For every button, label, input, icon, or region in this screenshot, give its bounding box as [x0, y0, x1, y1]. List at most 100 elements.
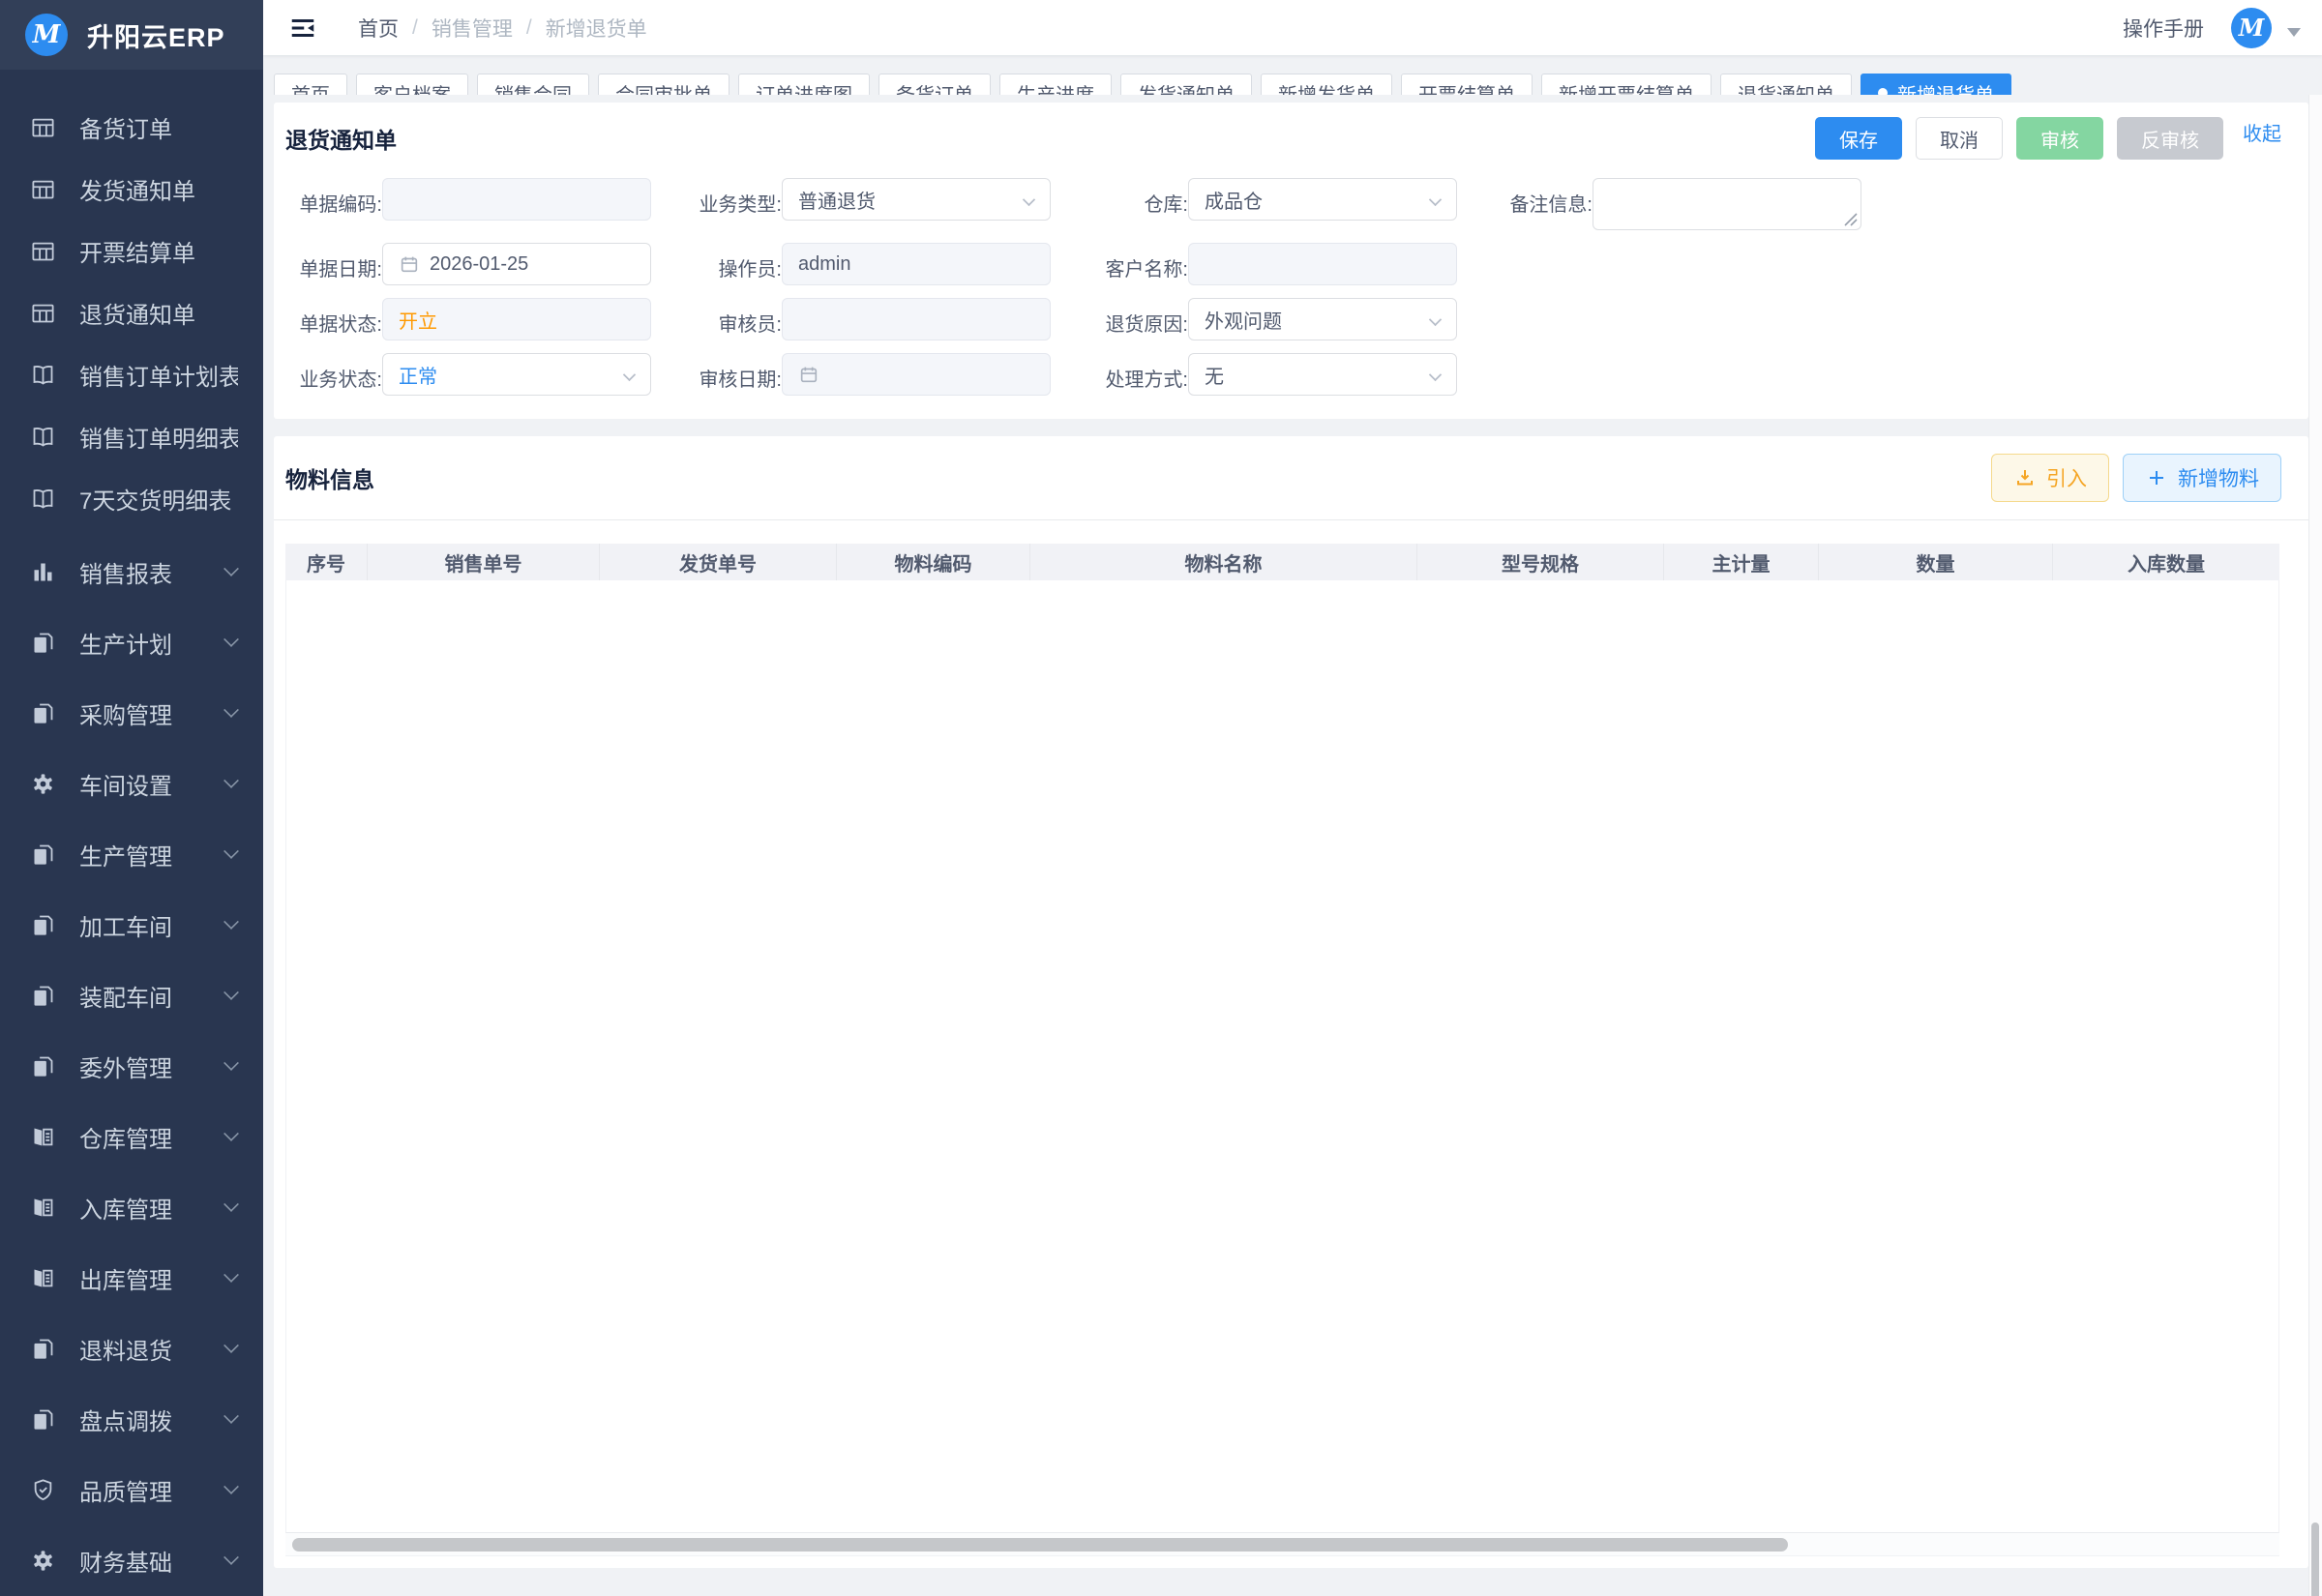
- table-grid-icon: [29, 113, 56, 140]
- add-material-button[interactable]: 新增物料: [2123, 454, 2281, 502]
- biz-type-select[interactable]: 普通退货: [782, 178, 1051, 221]
- tab-label: 首页: [291, 79, 330, 96]
- sidebar-item[interactable]: 仓库管理: [0, 1113, 263, 1160]
- sidebar-item[interactable]: 财务基础: [0, 1537, 263, 1583]
- collapse-link[interactable]: 收起: [2243, 118, 2281, 146]
- sidebar-item[interactable]: 盘点调拨: [0, 1396, 263, 1442]
- sidebar-item-label: 车间设置: [79, 767, 224, 801]
- tab[interactable]: 新增开票结算单: [1541, 74, 1712, 95]
- user-avatar[interactable]: M: [2231, 8, 2272, 48]
- sidebar-item[interactable]: 委外管理: [0, 1043, 263, 1089]
- save-button[interactable]: 保存: [1815, 117, 1902, 160]
- import-button[interactable]: 引入: [1991, 454, 2109, 502]
- table-header-label: 型号规格: [1502, 548, 1579, 576]
- table-header-label: 数量: [1917, 548, 1955, 576]
- app-logo-row[interactable]: M 升阳云ERP: [0, 0, 263, 70]
- sidebar-item[interactable]: 退货通知单: [0, 289, 263, 336]
- tab[interactable]: 首页: [274, 74, 347, 95]
- add-material-button-label: 新增物料: [2178, 463, 2259, 492]
- breadcrumb-sales[interactable]: 销售管理: [432, 14, 513, 43]
- sidebar-item[interactable]: 装配车间: [0, 972, 263, 1019]
- tab-label: 退货通知单: [1738, 79, 1834, 96]
- table-header-cell[interactable]: 序号: [285, 544, 368, 580]
- sidebar-item[interactable]: 7天交货明细表: [0, 475, 263, 521]
- chevron-down-icon: [223, 773, 239, 788]
- auditor-input[interactable]: [782, 298, 1051, 340]
- biz-status-select[interactable]: 正常: [382, 353, 651, 396]
- warehouse-select[interactable]: 成品仓: [1188, 178, 1457, 221]
- handle-method-select[interactable]: 无: [1188, 353, 1457, 396]
- sidebar-item[interactable]: 加工车间: [0, 901, 263, 948]
- breadcrumb-home[interactable]: 首页: [358, 14, 399, 43]
- sidebar-item[interactable]: 入库管理: [0, 1184, 263, 1230]
- remark-textarea[interactable]: [1593, 178, 1861, 230]
- sidebar-item-label: 7天交货明细表: [79, 482, 238, 516]
- sidebar-item[interactable]: 销售订单明细表: [0, 413, 263, 459]
- doc-status-input[interactable]: 开立: [382, 298, 651, 340]
- audit-button[interactable]: 审核: [2016, 117, 2103, 160]
- doc-date-input[interactable]: 2026-01-25: [382, 243, 651, 285]
- unaudit-button[interactable]: 反审核: [2117, 117, 2223, 160]
- doc-code-label: 单据编码:: [290, 178, 382, 217]
- tab[interactable]: 发货通知单: [1120, 74, 1252, 95]
- sidebar-item[interactable]: 退料退货: [0, 1325, 263, 1372]
- sidebar-item[interactable]: 生产计划: [0, 619, 263, 665]
- user-menu-caret-icon[interactable]: [2287, 28, 2301, 37]
- table-header-cell[interactable]: 物料名称: [1030, 544, 1417, 580]
- sidebar-item[interactable]: 发货通知单: [0, 165, 263, 212]
- table-header-cell[interactable]: 发货单号: [600, 544, 837, 580]
- tab[interactable]: 销售合同: [477, 74, 589, 95]
- sidebar-item[interactable]: 生产管理: [0, 831, 263, 877]
- table-header-cell[interactable]: 物料编码: [837, 544, 1030, 580]
- table-header-cell[interactable]: 主计量: [1664, 544, 1819, 580]
- tab[interactable]: 客户档案: [356, 74, 468, 95]
- sidebar-item[interactable]: 开票结算单: [0, 227, 263, 274]
- sidebar-item[interactable]: 备货订单: [0, 103, 263, 150]
- operator-input[interactable]: admin: [782, 243, 1051, 285]
- sidebar-item[interactable]: 品质管理: [0, 1466, 263, 1513]
- sidebar-item[interactable]: 出库管理: [0, 1255, 263, 1301]
- tab[interactable]: 退货通知单: [1720, 74, 1852, 95]
- sidebar-collapse-icon[interactable]: [288, 14, 317, 43]
- open-book-icon: [29, 423, 56, 450]
- horizontal-scrollbar-thumb[interactable]: [292, 1538, 1788, 1552]
- tab[interactable]: 订单进度图: [738, 74, 870, 95]
- customer-input[interactable]: [1188, 243, 1457, 285]
- tab[interactable]: 生产进度: [999, 74, 1112, 95]
- table-header-cell[interactable]: 销售单号: [368, 544, 600, 580]
- chevron-down-icon: [223, 1550, 239, 1565]
- chevron-down-icon: [223, 561, 239, 576]
- return-form-card: 退货通知单 保存 取消 审核 反审核 收起 单据编码: 业务类型: 普通退货: [274, 103, 2308, 419]
- tab[interactable]: 新增退货单: [1861, 74, 2011, 95]
- tab[interactable]: 新增发货单: [1261, 74, 1392, 95]
- table-body-empty: [285, 580, 2279, 1533]
- plus-icon: [2145, 466, 2168, 489]
- sidebar-item[interactable]: 销售报表: [0, 548, 263, 595]
- doc-date-field: 单据日期: 2026-01-25: [290, 243, 651, 285]
- biz-status-label: 业务状态:: [290, 353, 382, 392]
- chevron-down-icon: [223, 1126, 239, 1141]
- audit-date-input[interactable]: [782, 353, 1051, 396]
- table-header-cell[interactable]: 入库数量: [2053, 544, 2279, 580]
- tab[interactable]: 备货订单: [878, 74, 991, 95]
- audit-date-field: 审核日期:: [690, 353, 1051, 396]
- cancel-button[interactable]: 取消: [1916, 117, 2003, 160]
- vertical-scrollbar[interactable]: [2308, 95, 2322, 1596]
- sidebar-item[interactable]: 车间设置: [0, 760, 263, 807]
- manual-link[interactable]: 操作手册: [2123, 14, 2204, 43]
- tab[interactable]: 合同审批单: [598, 74, 729, 95]
- tab[interactable]: 开票结算单: [1401, 74, 1533, 95]
- return-reason-select[interactable]: 外观问题: [1188, 298, 1457, 340]
- vertical-scrollbar-thumb[interactable]: [2311, 1522, 2319, 1596]
- table-header-label: 物料名称: [1185, 548, 1263, 576]
- table-header-cell[interactable]: 数量: [1819, 544, 2053, 580]
- doc-date-label: 单据日期:: [290, 243, 382, 281]
- horizontal-scrollbar[interactable]: [285, 1533, 2279, 1556]
- copy-doc-icon: [29, 1405, 56, 1433]
- sidebar-item-label: 仓库管理: [79, 1120, 224, 1154]
- table-header-cell[interactable]: 型号规格: [1417, 544, 1664, 580]
- resize-handle-icon[interactable]: [1844, 213, 1858, 226]
- doc-code-input[interactable]: [382, 178, 651, 221]
- sidebar-item[interactable]: 采购管理: [0, 690, 263, 736]
- sidebar-item[interactable]: 销售订单计划表: [0, 351, 263, 398]
